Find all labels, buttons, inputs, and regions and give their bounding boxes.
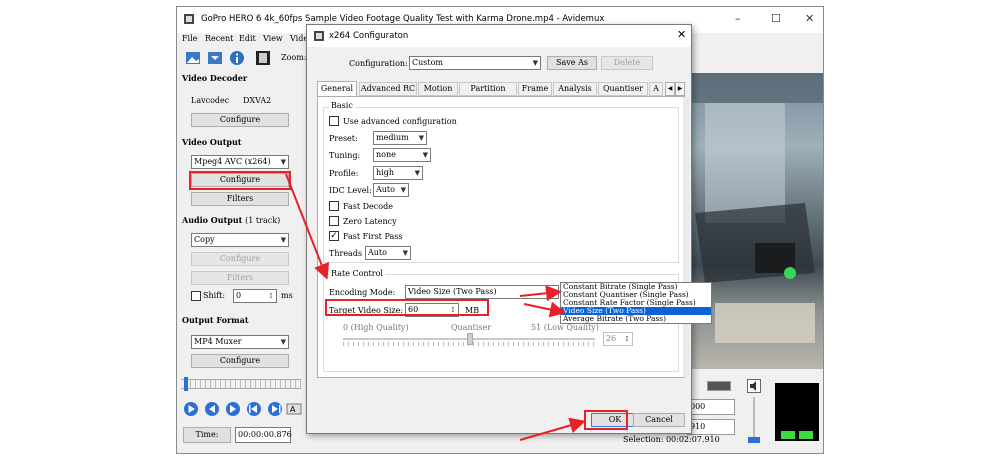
annotation-arrows bbox=[285, 173, 586, 441]
arrow-configure-to-encoding bbox=[285, 173, 330, 280]
arrow-to-dropdown bbox=[519, 285, 562, 302]
arrow-to-ok bbox=[519, 417, 586, 441]
arrow-to-option bbox=[523, 301, 566, 318]
